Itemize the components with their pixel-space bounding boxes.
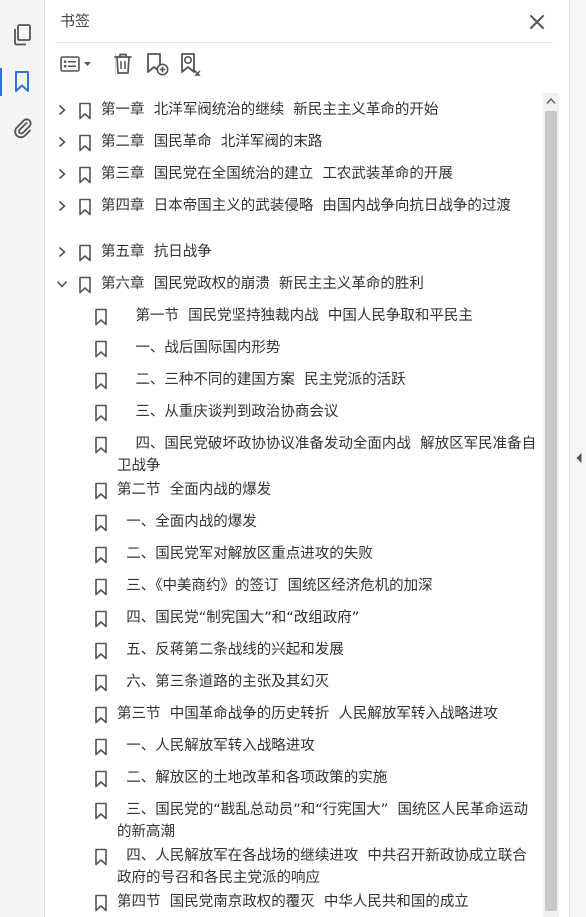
- bookmark-label[interactable]: 三、从重庆谈判到政治协商会议: [117, 401, 537, 423]
- bookmark-icon: [93, 894, 109, 912]
- chevron-right-icon[interactable]: [55, 245, 69, 259]
- bookmark-label[interactable]: 三、国民党的“戡乱总动员”和“行宪国大” 国统区人民革命运动的新高潮: [117, 799, 537, 843]
- bookmark-icon: [93, 738, 109, 756]
- bookmark-tree: 第一章 北洋军阀统治的继续 新民主主义革命的开始 第二章 国民革命 北洋军阀的末路…: [45, 93, 543, 917]
- chevron-right-icon[interactable]: [55, 103, 69, 117]
- bookmarks-panel: 书签 第一章 北洋军阀统治的继续 新民主主义革命的开始 第二章 国民革命 北洋军…: [45, 0, 569, 917]
- bookmark-icon: [93, 308, 109, 326]
- new-bookmark-icon[interactable]: [143, 50, 171, 78]
- options-menu-icon[interactable]: [57, 50, 97, 78]
- bookmark-label[interactable]: 六、第三条道路的主张及其幻灭: [117, 671, 537, 693]
- bookmark-label[interactable]: 二、三种不同的建国方案 民主党派的活跃: [117, 369, 537, 391]
- bookmark-label[interactable]: 五、反蒋第二条战线的兴起和发展: [117, 639, 537, 661]
- bookmark-icon: [93, 404, 109, 422]
- scroll-up-arrow-icon[interactable]: [543, 93, 559, 109]
- bookmark-icon: [93, 674, 109, 692]
- bookmark-icon: [93, 340, 109, 358]
- bookmark-icon: [93, 610, 109, 628]
- bookmark-label[interactable]: 第三章 国民党在全国统治的建立 工农武装革命的开展: [101, 163, 537, 185]
- bookmark-label[interactable]: 第四章 日本帝国主义的武装侵略 由国内战争向抗日战争的过渡: [101, 195, 537, 217]
- bookmark-label[interactable]: 第一节 国民党坚持独裁内战 中国人民争取和平民主: [117, 305, 537, 327]
- bookmark-icon: [93, 802, 109, 820]
- bookmark-label[interactable]: 四、人民解放军在各战场的继续进攻 中共召开新政协成立联合政府的号召和各民主党派的…: [117, 845, 537, 889]
- bookmark-label[interactable]: 第二节 全面内战的爆发: [117, 479, 537, 501]
- header-divider: [55, 42, 553, 43]
- close-icon[interactable]: [525, 10, 549, 34]
- chevron-right-icon[interactable]: [55, 199, 69, 213]
- bookmark-label[interactable]: 一、战后国际国内形势: [117, 337, 537, 359]
- collapse-panel-icon[interactable]: [570, 448, 586, 468]
- bookmark-label[interactable]: 第五章 抗日战争: [101, 241, 537, 263]
- bookmark-icon[interactable]: [0, 68, 36, 96]
- bookmark-icon: [93, 372, 109, 390]
- bookmark-label[interactable]: 第四节 国民党南京政权的覆灭 中华人民共和国的成立: [117, 891, 537, 913]
- chevron-right-icon[interactable]: [55, 135, 69, 149]
- bookmarks-toolbar: [57, 50, 537, 80]
- bookmark-label[interactable]: 四、国民党“制宪国大”和“改组政府”: [117, 607, 537, 629]
- attachment-icon[interactable]: [8, 113, 36, 141]
- bookmark-icon: [77, 102, 93, 120]
- bookmark-icon: [77, 244, 93, 262]
- bookmark-icon: [93, 706, 109, 724]
- bookmark-icon: [93, 482, 109, 500]
- bookmark-label[interactable]: 一、人民解放军转入战略进攻: [117, 735, 537, 757]
- bookmark-icon: [77, 276, 93, 294]
- bookmark-label[interactable]: 第二章 国民革命 北洋军阀的末路: [101, 131, 537, 153]
- bookmark-icon: [77, 166, 93, 184]
- chevron-right-icon[interactable]: [55, 167, 69, 181]
- bookmark-label[interactable]: 三、《中美商约》的签订 国统区经济危机的加深: [117, 575, 537, 597]
- delete-icon[interactable]: [109, 50, 137, 78]
- bookmark-icon: [93, 546, 109, 564]
- bookmark-icon: [93, 848, 109, 866]
- scrollbar[interactable]: [543, 93, 559, 917]
- bookmark-icon: [93, 642, 109, 660]
- bookmark-icon: [93, 578, 109, 596]
- bookmark-label[interactable]: 第三节 中国革命战争的历史转折 人民解放军转入战略进攻: [117, 703, 537, 725]
- navigation-rail: [0, 0, 45, 917]
- panel-collapse-handle: [569, 0, 586, 917]
- pages-icon[interactable]: [8, 21, 36, 49]
- find-bookmark-icon[interactable]: [177, 50, 205, 78]
- bookmark-label[interactable]: 第一章 北洋军阀统治的继续 新民主主义革命的开始: [101, 99, 537, 121]
- scroll-thumb[interactable]: [545, 111, 557, 911]
- panel-title: 书签: [60, 12, 91, 30]
- bookmark-label[interactable]: 二、解放区的土地改革和各项政策的实施: [117, 767, 537, 789]
- bookmark-label[interactable]: 一、全面内战的爆发: [117, 511, 537, 533]
- bookmark-icon: [77, 198, 93, 216]
- bookmark-icon: [77, 134, 93, 152]
- bookmark-label[interactable]: 四、国民党破坏政协协议准备发动全面内战 解放区军民准备自卫战争: [117, 433, 537, 477]
- bookmark-icon: [93, 514, 109, 532]
- bookmark-icon: [93, 436, 109, 454]
- bookmark-label[interactable]: 二、国民党军对解放区重点进攻的失败: [117, 543, 537, 565]
- chevron-down-icon[interactable]: [55, 277, 69, 291]
- bookmark-icon: [93, 770, 109, 788]
- bookmark-label[interactable]: 第六章 国民党政权的崩溃 新民主主义革命的胜利: [101, 273, 537, 295]
